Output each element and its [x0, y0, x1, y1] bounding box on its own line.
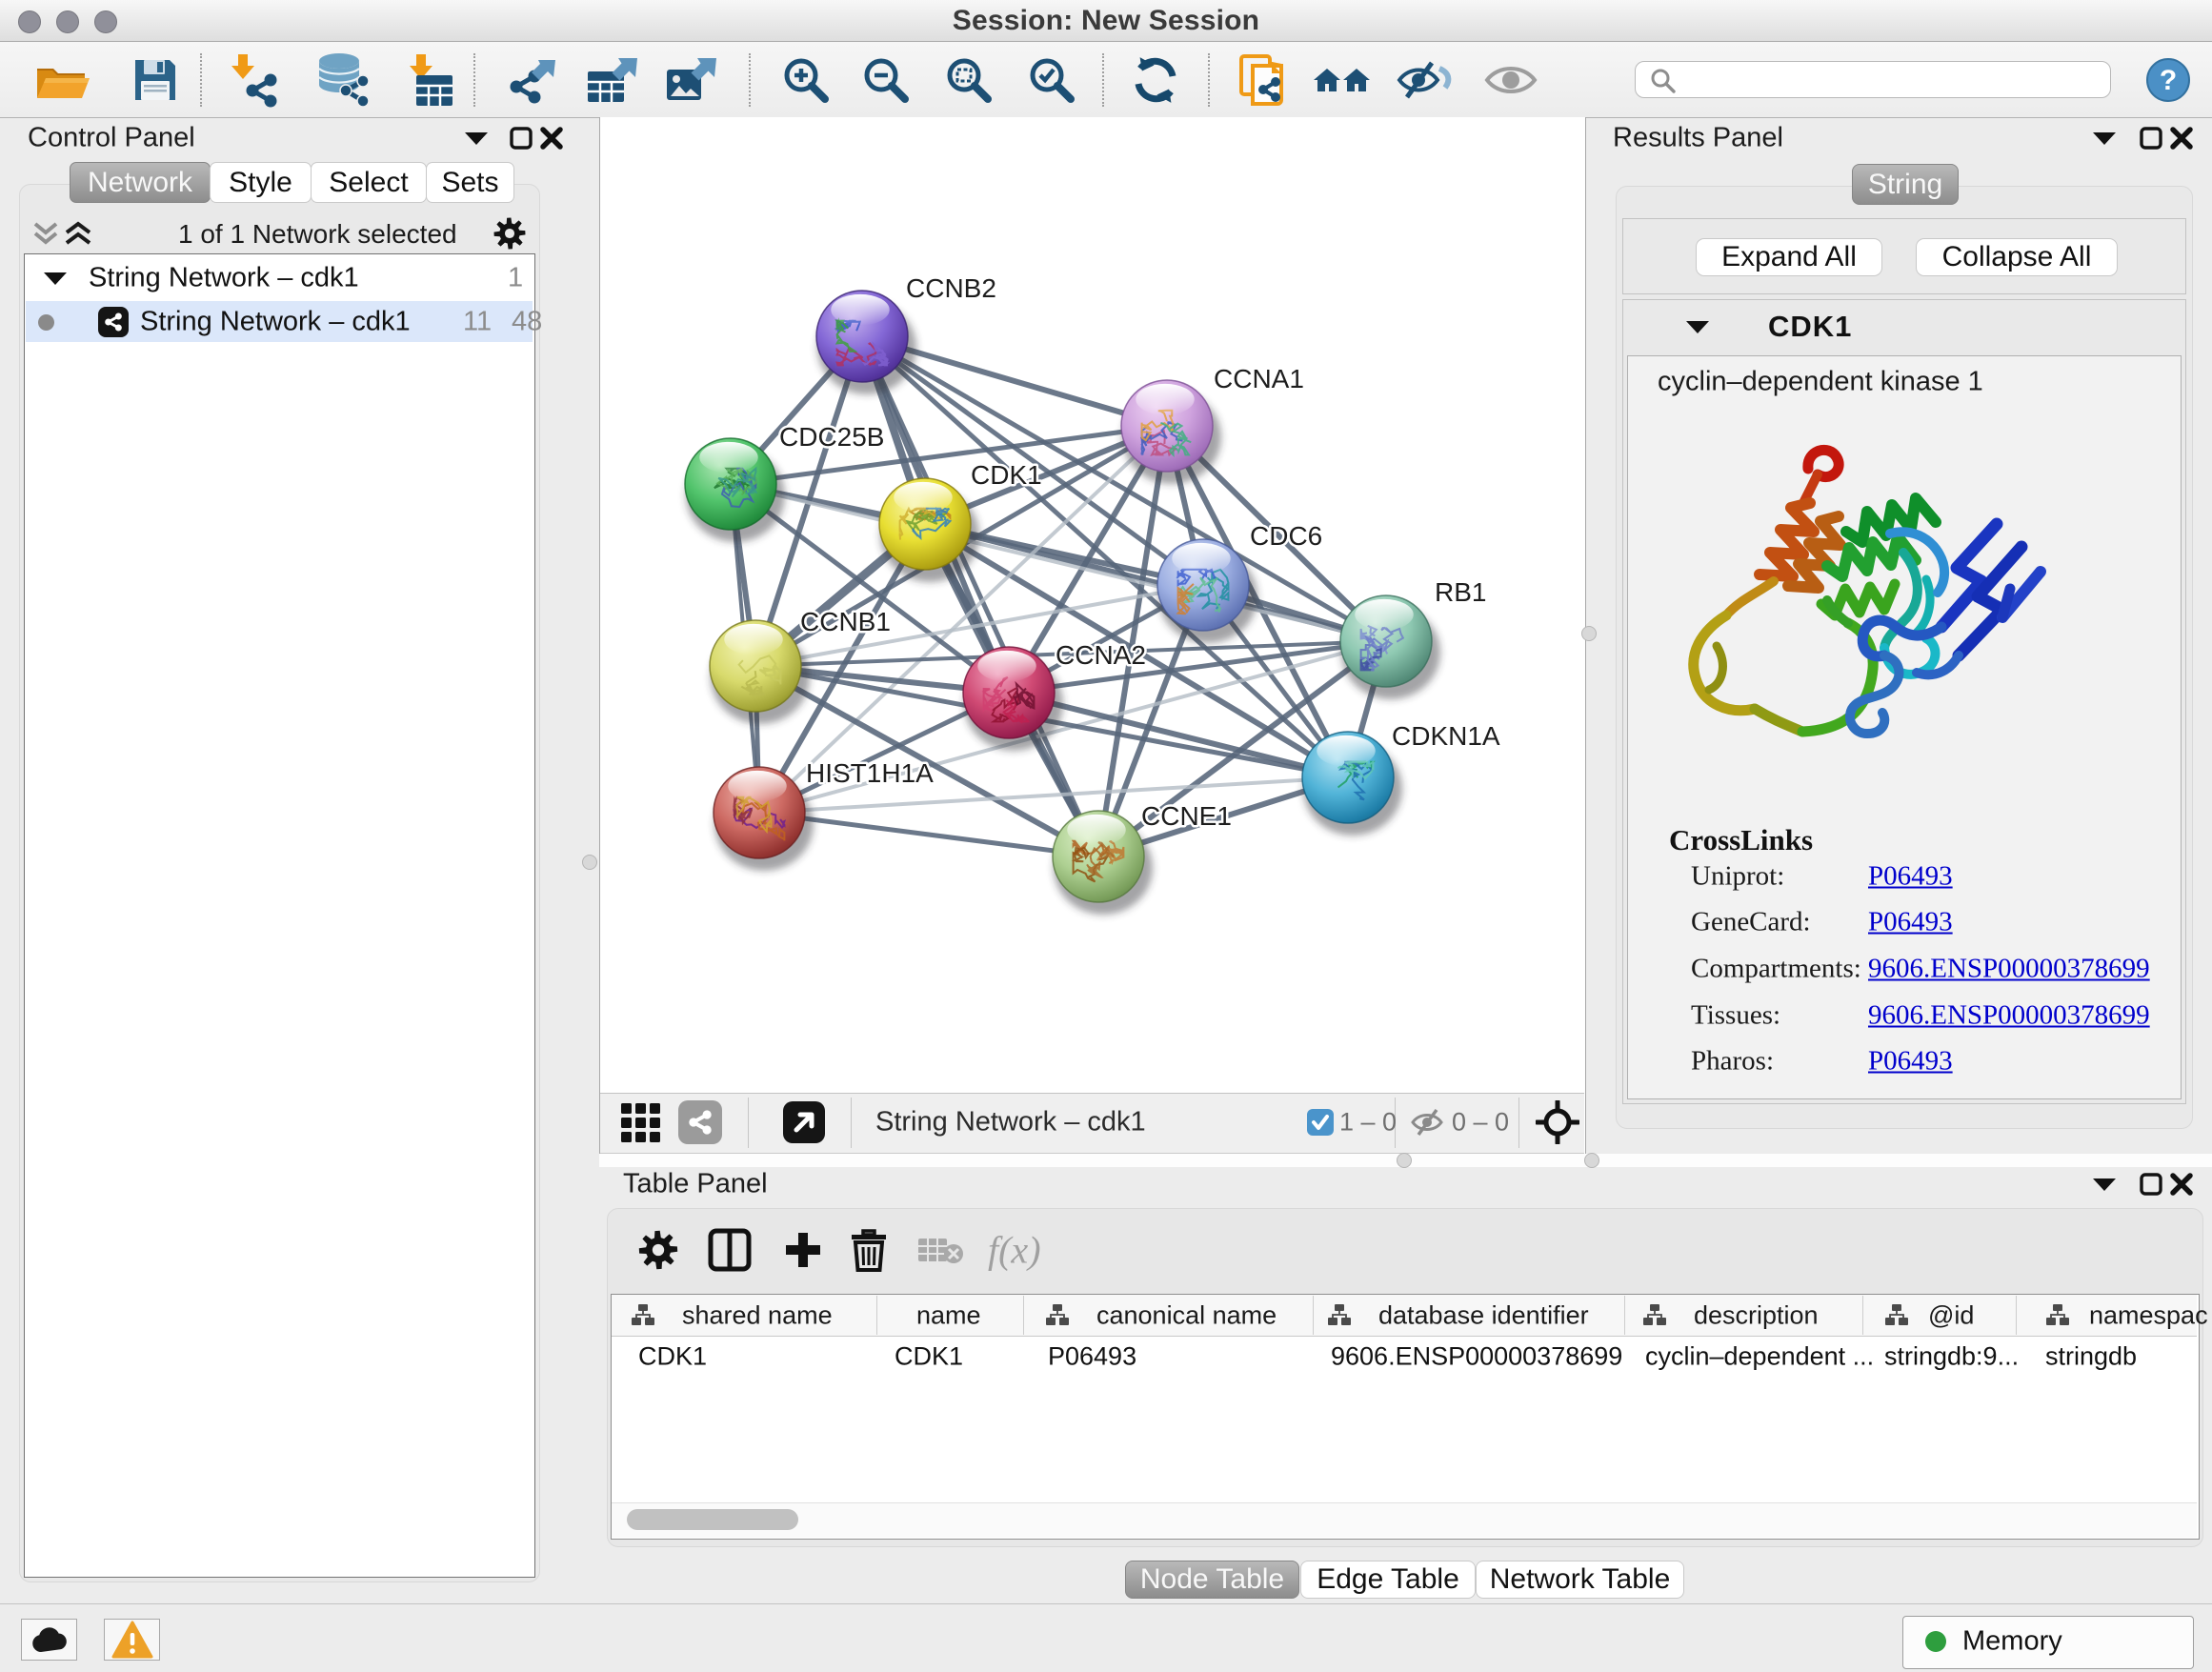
svg-text:?: ?: [2160, 65, 2177, 96]
svg-text:CDKN1A: CDKN1A: [1392, 721, 1500, 751]
svg-text:CCNB1: CCNB1: [800, 607, 891, 636]
svg-text:CCNB2: CCNB2: [906, 273, 996, 303]
svg-text:CCNE1: CCNE1: [1141, 801, 1232, 831]
svg-text:CCNA2: CCNA2: [1056, 640, 1146, 670]
svg-text:HIST1H1A: HIST1H1A: [806, 758, 934, 788]
svg-text:CDK1: CDK1: [971, 460, 1042, 490]
svg-text:CCNA1: CCNA1: [1214, 364, 1304, 393]
svg-text:RB1: RB1: [1435, 577, 1486, 607]
svg-text:CDC6: CDC6: [1250, 521, 1322, 551]
svg-text:CDC25B: CDC25B: [779, 422, 884, 452]
